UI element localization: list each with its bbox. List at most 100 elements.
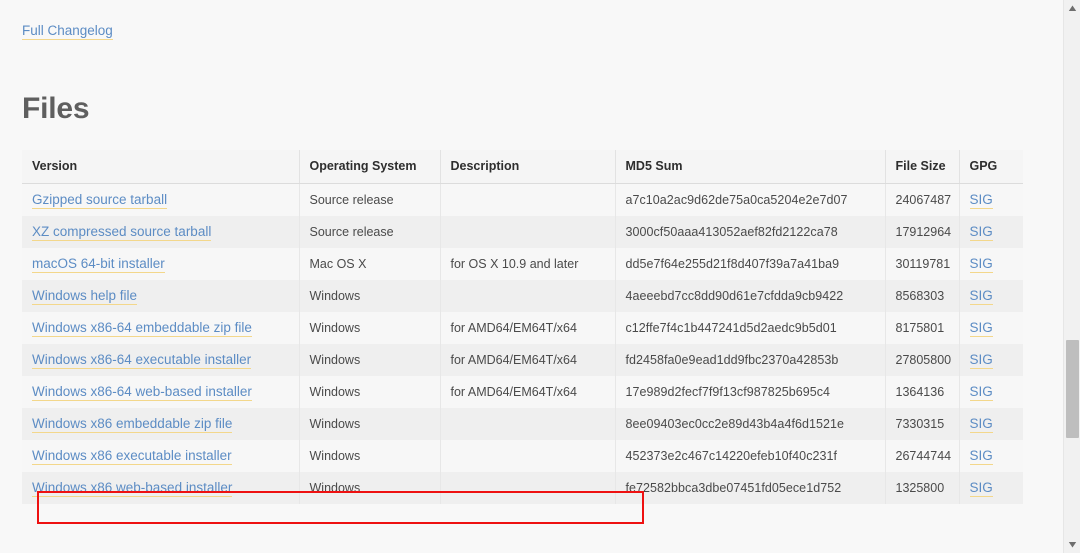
cell-description: for AMD64/EM64T/x64	[440, 344, 615, 376]
vertical-scrollbar[interactable]	[1063, 0, 1080, 553]
version-download-link[interactable]: Windows x86-64 web-based installer	[32, 384, 252, 401]
version-download-link[interactable]: Windows x86-64 executable installer	[32, 352, 251, 369]
cell-description	[440, 216, 615, 248]
page-title: Files	[22, 92, 1063, 126]
cell-md5-sum: c12ffe7f4c1b447241d5d2aedc9b5d01	[615, 312, 885, 344]
version-download-link[interactable]: Windows help file	[32, 288, 137, 305]
cell-description	[440, 472, 615, 504]
version-download-link[interactable]: XZ compressed source tarball	[32, 224, 211, 241]
table-header-row: Version Operating System Description MD5…	[22, 150, 1023, 184]
cell-gpg: SIG	[959, 344, 1023, 376]
cell-gpg: SIG	[959, 472, 1023, 504]
gpg-sig-link[interactable]: SIG	[970, 384, 993, 401]
scroll-up-arrow-icon[interactable]	[1064, 0, 1080, 17]
cell-description	[440, 408, 615, 440]
gpg-sig-link[interactable]: SIG	[970, 416, 993, 433]
cell-md5-sum: 17e989d2fecf7f9f13cf987825b695c4	[615, 376, 885, 408]
column-header-operating-system: Operating System	[299, 150, 440, 184]
cell-description: for OS X 10.9 and later	[440, 248, 615, 280]
table-row: macOS 64-bit installer Mac OS Xfor OS X 1…	[22, 248, 1023, 280]
files-table-wrapper: Version Operating System Description MD5…	[22, 150, 1023, 504]
cell-md5-sum: 3000cf50aaa413052aef82fd2122ca78	[615, 216, 885, 248]
cell-version: XZ compressed source tarball	[22, 216, 299, 248]
cell-md5-sum: fd2458fa0e9ead1dd9fbc2370a42853b	[615, 344, 885, 376]
column-header-md5-sum: MD5 Sum	[615, 150, 885, 184]
cell-gpg: SIG	[959, 184, 1023, 217]
cell-md5-sum: fe72582bbca3dbe07451fd05ece1d752	[615, 472, 885, 504]
scroll-down-arrow-icon[interactable]	[1064, 536, 1080, 553]
cell-version: Windows x86-64 executable installer	[22, 344, 299, 376]
scrollbar-thumb[interactable]	[1066, 340, 1079, 438]
cell-file-size: 30119781	[885, 248, 959, 280]
table-row: Windows help fileWindows4aeeebd7cc8dd90d…	[22, 280, 1023, 312]
gpg-sig-link[interactable]: SIG	[970, 256, 993, 273]
files-table-head: Version Operating System Description MD5…	[22, 150, 1023, 184]
content-area: Full Changelog Files Version Operating S…	[0, 0, 1063, 504]
cell-operating-system: Windows	[299, 280, 440, 312]
cell-operating-system: Windows	[299, 408, 440, 440]
cell-gpg: SIG	[959, 408, 1023, 440]
cell-version: Windows x86-64 embeddable zip file	[22, 312, 299, 344]
cell-md5-sum: 452373e2c467c14220efeb10f40c231f	[615, 440, 885, 472]
page-content: Full Changelog Files Version Operating S…	[0, 0, 1063, 553]
cell-md5-sum: a7c10a2ac9d62de75a0ca5204e2e7d07	[615, 184, 885, 217]
version-download-link[interactable]: Windows x86-64 embeddable zip file	[32, 320, 252, 337]
cell-md5-sum: dd5e7f64e255d21f8d407f39a7a41ba9	[615, 248, 885, 280]
cell-version: macOS 64-bit installer	[22, 248, 299, 280]
cell-operating-system: Mac OS X	[299, 248, 440, 280]
cell-description: for AMD64/EM64T/x64	[440, 376, 615, 408]
gpg-sig-link[interactable]: SIG	[970, 224, 993, 241]
cell-operating-system: Windows	[299, 440, 440, 472]
version-download-link[interactable]: Windows x86 embeddable zip file	[32, 416, 232, 433]
cell-gpg: SIG	[959, 376, 1023, 408]
cell-gpg: SIG	[959, 248, 1023, 280]
cell-file-size: 7330315	[885, 408, 959, 440]
gpg-sig-link[interactable]: SIG	[970, 320, 993, 337]
version-download-link[interactable]: macOS 64-bit installer	[32, 256, 165, 273]
cell-operating-system: Source release	[299, 184, 440, 217]
table-row: Windows x86 web-based installer Windows fe…	[22, 472, 1023, 504]
cell-file-size: 26744744	[885, 440, 959, 472]
cell-gpg: SIG	[959, 216, 1023, 248]
gpg-sig-link[interactable]: SIG	[970, 352, 993, 369]
gpg-sig-link[interactable]: SIG	[970, 192, 993, 209]
cell-gpg: SIG	[959, 280, 1023, 312]
gpg-sig-link[interactable]: SIG	[970, 448, 993, 465]
table-row: Windows x86-64 executable installer Windo…	[22, 344, 1023, 376]
column-header-gpg: GPG	[959, 150, 1023, 184]
column-header-version: Version	[22, 150, 299, 184]
cell-file-size: 8175801	[885, 312, 959, 344]
cell-version: Windows x86 embeddable zip file	[22, 408, 299, 440]
table-row: Gzipped source tarball Source release a7c1…	[22, 184, 1023, 217]
full-changelog-link[interactable]: Full Changelog	[22, 23, 113, 40]
cell-file-size: 1325800	[885, 472, 959, 504]
cell-description: for AMD64/EM64T/x64	[440, 312, 615, 344]
cell-operating-system: Windows	[299, 472, 440, 504]
table-row: XZ compressed source tarball Source relea…	[22, 216, 1023, 248]
cell-version: Gzipped source tarball	[22, 184, 299, 217]
cell-gpg: SIG	[959, 312, 1023, 344]
cell-operating-system: Windows	[299, 344, 440, 376]
cell-md5-sum: 8ee09403ec0cc2e89d43b4a4f6d1521e	[615, 408, 885, 440]
changelog-link-row: Full Changelog	[22, 22, 1063, 44]
cell-file-size: 8568303	[885, 280, 959, 312]
cell-file-size: 27805800	[885, 344, 959, 376]
cell-description	[440, 440, 615, 472]
cell-version: Windows help file	[22, 280, 299, 312]
version-download-link[interactable]: Windows x86 web-based installer	[32, 480, 232, 497]
files-table-body: Gzipped source tarball Source release a7c1…	[22, 184, 1023, 505]
gpg-sig-link[interactable]: SIG	[970, 288, 993, 305]
table-row: Windows x86 executable installer Windows 4…	[22, 440, 1023, 472]
cell-gpg: SIG	[959, 440, 1023, 472]
table-row: Windows x86 embeddable zip file Windows 8e…	[22, 408, 1023, 440]
cell-version: Windows x86 executable installer	[22, 440, 299, 472]
column-header-file-size: File Size	[885, 150, 959, 184]
gpg-sig-link[interactable]: SIG	[970, 480, 993, 497]
cell-version: Windows x86 web-based installer	[22, 472, 299, 504]
version-download-link[interactable]: Gzipped source tarball	[32, 192, 167, 209]
version-download-link[interactable]: Windows x86 executable installer	[32, 448, 232, 465]
cell-version: Windows x86-64 web-based installer	[22, 376, 299, 408]
files-table: Version Operating System Description MD5…	[22, 150, 1023, 504]
cell-file-size: 1364136	[885, 376, 959, 408]
cell-operating-system: Source release	[299, 216, 440, 248]
